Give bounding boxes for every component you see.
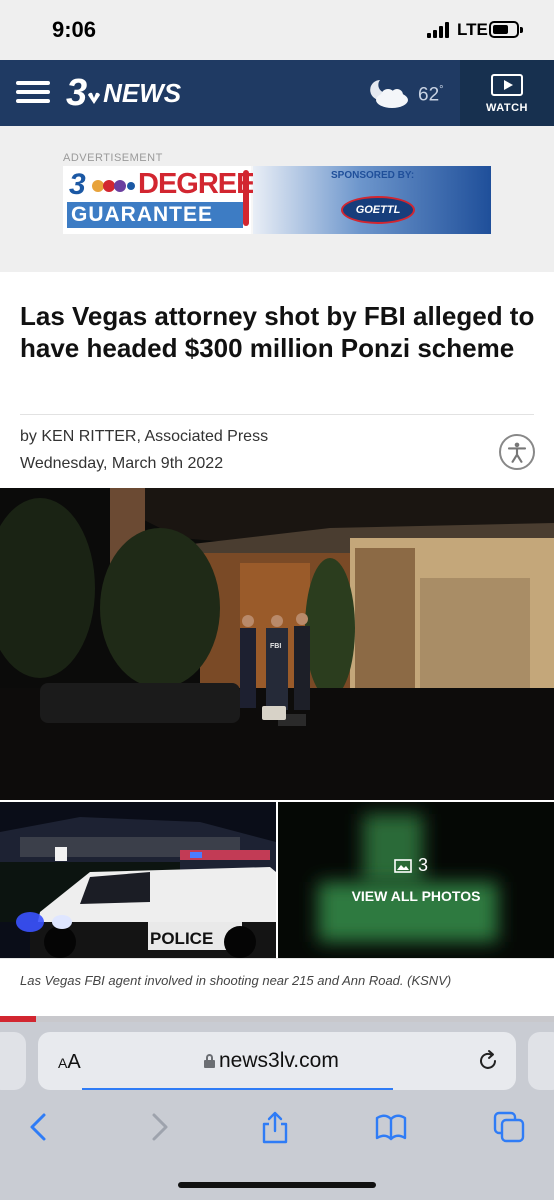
ad-degree: DEGREE xyxy=(138,168,255,200)
text-size-button[interactable]: AA xyxy=(58,1051,81,1074)
lock-icon xyxy=(204,1054,215,1068)
police-car-text: POLICE xyxy=(150,929,213,948)
watch-button[interactable]: WATCH xyxy=(460,60,554,126)
status-time: 9:06 xyxy=(52,17,97,42)
address-bar[interactable]: AA news3lv.com xyxy=(38,1032,516,1090)
thermometer-icon xyxy=(243,170,249,226)
play-icon xyxy=(491,74,523,96)
view-all-photos-button[interactable]: VIEW ALL PHOTOS xyxy=(278,888,554,904)
article-byline: by KEN RITTER, Associated Press xyxy=(20,428,269,445)
ad-sponsor-logo: GOETTL xyxy=(341,196,415,224)
moon-cloud-icon xyxy=(370,80,408,108)
url-text[interactable]: news3lv.com xyxy=(204,1049,339,1073)
reload-icon[interactable] xyxy=(476,1049,500,1073)
previous-tab-edge[interactable] xyxy=(0,1032,26,1090)
peacock-icon xyxy=(88,92,101,104)
site-header: 3 NEWS 62° WATCH xyxy=(0,60,554,126)
battery-icon xyxy=(489,21,523,38)
bookmarks-icon[interactable] xyxy=(374,1110,408,1144)
back-icon[interactable] xyxy=(22,1110,56,1144)
network-type: LTE xyxy=(457,20,488,39)
site-logo[interactable]: 3 NEWS xyxy=(66,72,181,115)
house-night-scene: FBI xyxy=(0,488,554,800)
ad-guarantee: GUARANTEE xyxy=(67,202,243,228)
menu-icon[interactable] xyxy=(16,81,50,103)
divider xyxy=(20,414,534,415)
next-tab-edge[interactable] xyxy=(528,1032,554,1090)
browser-bar: AA news3lv.com xyxy=(0,1022,554,1200)
article-date: Wednesday, March 9th 2022 xyxy=(20,455,224,472)
share-icon[interactable] xyxy=(258,1110,292,1144)
ad-number: 3 xyxy=(69,168,86,201)
accessibility-icon[interactable] xyxy=(499,434,535,470)
status-bar: 9:06 LTE xyxy=(0,0,554,60)
ad-sponsored-by: SPONSORED BY: xyxy=(331,170,415,181)
photo-caption: Las Vegas FBI agent involved in shooting… xyxy=(20,973,452,988)
ad-banner[interactable]: 3 DEGREE GUARANTEE SPONSORED BY: GOETTL xyxy=(63,166,491,234)
forward-icon[interactable] xyxy=(142,1110,176,1144)
photo-thumbnail-police[interactable]: POLICE xyxy=(0,802,276,958)
photo-count[interactable]: 3 xyxy=(394,855,428,876)
fbi-vest-text: FBI xyxy=(270,643,281,650)
divider xyxy=(0,958,554,959)
logo-text: NEWS xyxy=(103,78,182,108)
tabs-icon[interactable] xyxy=(492,1110,526,1144)
logo-number: 3 xyxy=(66,72,87,114)
ad-label: ADVERTISEMENT xyxy=(63,152,163,164)
ad-area: ADVERTISEMENT 3 DEGREE GUARANTEE SPONSOR… xyxy=(0,126,554,272)
article: Las Vegas attorney shot by FBI alleged t… xyxy=(0,272,554,1016)
police-car-scene: POLICE xyxy=(0,802,276,958)
photo-thumbnail-blurred[interactable] xyxy=(278,802,554,958)
temperature[interactable]: 62° xyxy=(418,84,444,106)
main-photo[interactable]: FBI xyxy=(0,488,554,800)
blurred-photo xyxy=(278,802,554,958)
gallery-icon xyxy=(394,859,412,873)
peacock-icon xyxy=(92,180,135,192)
signal-strength-icon xyxy=(427,22,449,38)
article-headline: Las Vegas attorney shot by FBI alleged t… xyxy=(20,301,535,363)
page-load-progress xyxy=(82,1088,393,1090)
home-indicator[interactable] xyxy=(178,1182,376,1188)
watch-label: WATCH xyxy=(485,102,528,114)
